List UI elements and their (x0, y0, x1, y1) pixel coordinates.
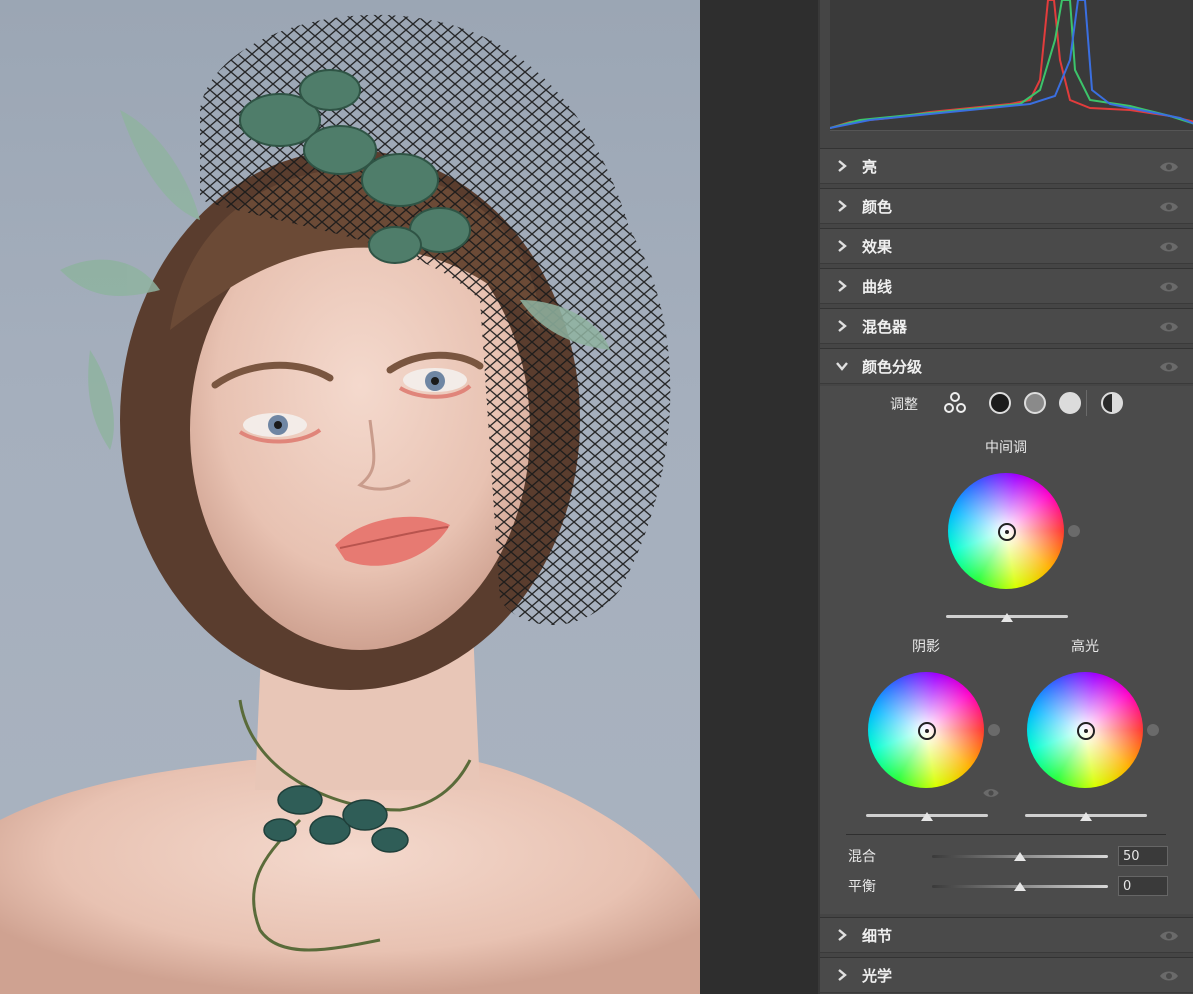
section-optics[interactable]: 光学 (820, 957, 1193, 993)
section-detail[interactable]: 细节 (820, 917, 1193, 953)
section-label: 效果 (862, 238, 893, 256)
adjust-label: 调整 (890, 397, 918, 413)
shadows-luminance-thumb[interactable] (921, 812, 933, 821)
section-label: 颜色 (862, 198, 893, 216)
balance-label: 平衡 (848, 879, 876, 895)
shadows-hue-knob[interactable] (988, 724, 1000, 736)
shadows-label: 阴影 (912, 639, 940, 655)
chevron-right-icon[interactable] (834, 967, 850, 983)
midtones-luminance-thumb[interactable] (1001, 613, 1013, 622)
highlights-mode-icon[interactable] (1058, 391, 1082, 415)
eye-icon[interactable] (1159, 160, 1179, 174)
blend-value-input[interactable] (1118, 846, 1168, 866)
color-grading-content: 调整 中间调 阴影 高光 混合 50 平衡 0 (820, 386, 1193, 914)
balance-slider-thumb[interactable] (1014, 882, 1026, 891)
eye-icon[interactable] (1159, 200, 1179, 214)
eye-icon[interactable] (1159, 320, 1179, 334)
chevron-right-icon[interactable] (834, 158, 850, 174)
global-mode-icon[interactable] (1100, 391, 1124, 415)
section-label: 颜色分级 (862, 358, 923, 376)
divider (846, 834, 1166, 835)
panel-gutter (700, 0, 818, 994)
eye-icon[interactable] (1159, 929, 1179, 943)
eye-icon[interactable] (1159, 360, 1179, 374)
chevron-right-icon[interactable] (834, 198, 850, 214)
eye-icon[interactable] (982, 787, 1000, 799)
eye-icon[interactable] (1159, 969, 1179, 983)
section-label: 光学 (862, 967, 893, 985)
chevron-right-icon[interactable] (834, 278, 850, 294)
histogram-graph (829, 0, 1193, 129)
histogram-blue-curve (829, 0, 1193, 129)
portrait-image (0, 14, 700, 994)
highlights-color-wheel[interactable] (1027, 672, 1143, 788)
chevron-right-icon[interactable] (834, 318, 850, 334)
eye-icon[interactable] (1159, 280, 1179, 294)
edit-panel: 亮 颜色 效果 曲线 混色器 颜色分级 调整 中间调 阴影 高光 混合 50 平… (818, 0, 1193, 994)
section-label: 曲线 (862, 278, 893, 296)
chevron-right-icon[interactable] (834, 238, 850, 254)
mode-separator (1086, 390, 1087, 416)
balance-value-input[interactable] (1118, 876, 1168, 896)
section-color[interactable]: 颜色 (820, 188, 1193, 224)
section-label: 细节 (862, 927, 893, 945)
highlights-wheel-handle[interactable] (1077, 722, 1095, 740)
section-curves[interactable]: 曲线 (820, 268, 1193, 304)
highlights-label: 高光 (1071, 639, 1099, 655)
section-color-grading[interactable]: 颜色分级 (820, 348, 1193, 384)
section-effects[interactable]: 效果 (820, 228, 1193, 264)
eye-icon[interactable] (1159, 240, 1179, 254)
midtones-label: 中间调 (985, 440, 1027, 456)
shadows-wheel-handle[interactable] (918, 722, 936, 740)
three-way-mode-icon[interactable] (943, 391, 967, 415)
chevron-right-icon[interactable] (834, 927, 850, 943)
shadows-mode-icon[interactable] (988, 391, 1012, 415)
section-label: 混色器 (862, 318, 908, 336)
histogram (829, 0, 1193, 131)
section-light[interactable]: 亮 (820, 148, 1193, 184)
midtones-color-wheel[interactable] (948, 473, 1064, 589)
photo-canvas[interactable] (0, 0, 700, 994)
section-label: 亮 (862, 158, 878, 176)
highlights-luminance-thumb[interactable] (1080, 812, 1092, 821)
midtones-hue-knob[interactable] (1068, 525, 1080, 537)
section-mixer[interactable]: 混色器 (820, 308, 1193, 344)
midtones-wheel-handle[interactable] (998, 523, 1016, 541)
highlights-hue-knob[interactable] (1147, 724, 1159, 736)
blend-label: 混合 (848, 849, 876, 865)
midtones-mode-icon[interactable] (1023, 391, 1047, 415)
shadows-color-wheel[interactable] (868, 672, 984, 788)
chevron-down-icon[interactable] (834, 358, 850, 374)
blend-slider-thumb[interactable] (1014, 852, 1026, 861)
